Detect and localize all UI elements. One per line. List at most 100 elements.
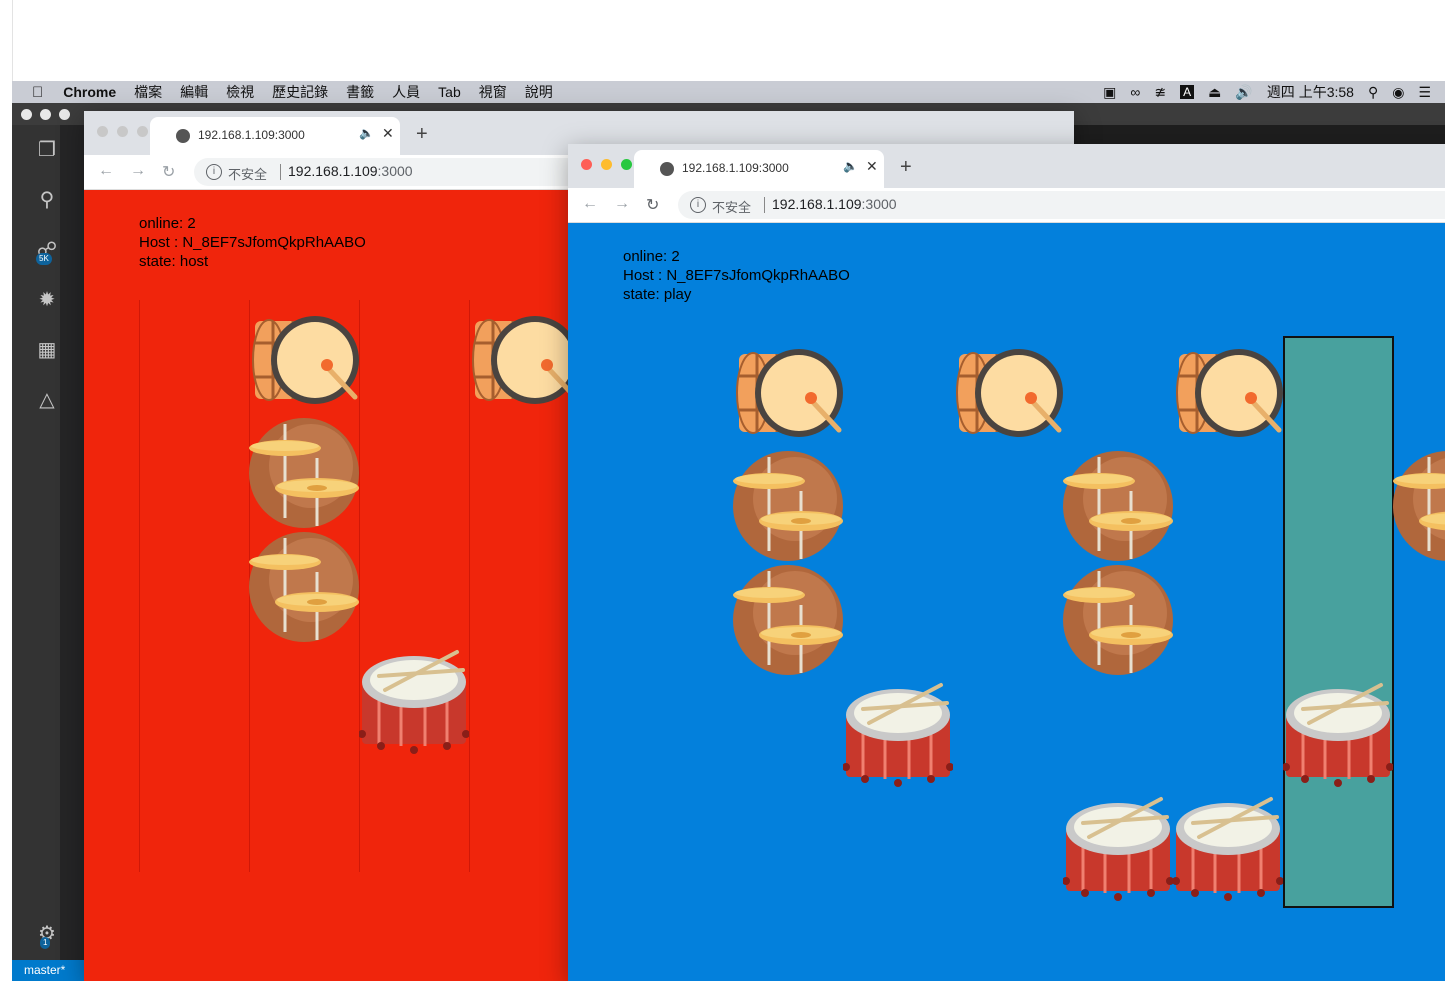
window-close-button[interactable]: [581, 159, 592, 170]
snare-drum-icon[interactable]: [1173, 793, 1283, 903]
volume-icon[interactable]: 🔊: [1235, 84, 1252, 101]
online-count: online: 2: [623, 248, 680, 265]
address-separator: [280, 164, 281, 180]
url-port: :3000: [377, 163, 413, 179]
window-minimize-button[interactable]: [601, 159, 612, 170]
menu-item-history[interactable]: 歷史記錄: [272, 82, 328, 102]
debug-icon[interactable]: ✹: [34, 287, 60, 313]
window-close-button[interactable]: [97, 126, 108, 137]
menu-extras: ▣ ∞ ≇ A ⏏ 🔊 週四 上午3:58 ⚲ ◉ ☰: [1103, 81, 1445, 103]
info-icon[interactable]: i: [690, 197, 706, 213]
cymbal-icon[interactable]: [733, 565, 843, 675]
not-secure-label: 不安全: [712, 200, 752, 215]
mac-menu-bar:  Chrome 檔案 編輯 檢視 歷史記錄 書籤 人員 Tab 視窗 說明 ▣…: [12, 81, 1445, 103]
host-id: Host : N_8EF7sJfomQkpRhAABO: [139, 234, 366, 251]
game-canvas-player[interactable]: online: 2 Host : N_8EF7sJfomQkpRhAABO st…: [568, 223, 1445, 981]
menu-item-people[interactable]: 人員: [392, 82, 420, 102]
menu-item-view[interactable]: 檢視: [226, 82, 254, 102]
vscode-close-button[interactable]: [21, 109, 32, 120]
siri-icon[interactable]: ◉: [1392, 84, 1404, 101]
host-id: Host : N_8EF7sJfomQkpRhAABO: [623, 267, 850, 284]
cymbal-icon[interactable]: [249, 532, 359, 642]
browser-tab[interactable]: 192.168.1.109:3000 🔈 ✕: [150, 117, 400, 155]
menu-item-edit[interactable]: 編輯: [180, 82, 208, 102]
input-source-icon[interactable]: A: [1180, 85, 1195, 99]
wifi-icon[interactable]: ≇: [1154, 84, 1166, 101]
cymbal-icon[interactable]: [249, 418, 359, 528]
menu-item-file[interactable]: 檔案: [134, 82, 162, 102]
browser-window-player: 192.168.1.109:3000 🔈 ✕ + ← → ↻ i 不安全 192…: [568, 144, 1445, 981]
search-icon[interactable]: ⚲: [34, 187, 60, 213]
forward-arrow-icon[interactable]: →: [614, 195, 630, 213]
tab-title: 192.168.1.109:3000: [682, 161, 789, 175]
game-status: online: 2 Host : N_8EF7sJfomQkpRhAABO st…: [623, 247, 850, 304]
eject-icon[interactable]: ⏏: [1208, 84, 1221, 101]
url-host: 192.168.1.109: [288, 163, 378, 179]
audio-playing-icon[interactable]: 🔈: [843, 159, 858, 173]
docker-icon[interactable]: ▣: [1103, 84, 1116, 101]
bass-drum-icon[interactable]: [1173, 348, 1283, 438]
explorer-icon[interactable]: ❐: [34, 137, 60, 163]
desktop-top-area: [0, 0, 1445, 81]
not-secure-label: 不安全: [228, 167, 268, 182]
globe-icon: [660, 162, 674, 176]
bass-drum-icon[interactable]: [249, 315, 359, 405]
cymbal-icon[interactable]: [1063, 451, 1173, 561]
vscode-activity-bar: ❐ ⚲ ☍ 5K ✹ ▦ △ ⚙ 1: [12, 125, 60, 960]
url-host: 192.168.1.109: [772, 196, 862, 212]
back-arrow-icon[interactable]: ←: [98, 162, 114, 180]
cymbal-icon[interactable]: [733, 451, 843, 561]
browser-tab[interactable]: 192.168.1.109:3000 🔈 ✕: [634, 150, 884, 188]
cymbal-icon[interactable]: [1393, 451, 1445, 561]
back-arrow-icon[interactable]: ←: [582, 195, 598, 213]
testing-flask-icon[interactable]: △: [34, 387, 60, 413]
game-state: state: play: [623, 286, 692, 303]
branch-label: master*: [24, 963, 66, 977]
snare-drum-icon[interactable]: [1283, 679, 1393, 789]
new-tab-button[interactable]: +: [900, 156, 912, 179]
menu-item-tab[interactable]: Tab: [438, 84, 461, 100]
menu-item-help[interactable]: 說明: [525, 82, 553, 102]
window-minimize-button[interactable]: [117, 126, 128, 137]
vscode-side-bar: [60, 125, 85, 960]
tab-strip: 192.168.1.109:3000 🔈 ✕ +: [568, 144, 1445, 188]
menu-item-bookmarks[interactable]: 書籤: [346, 82, 374, 102]
bass-drum-icon[interactable]: [733, 348, 843, 438]
menu-item-window[interactable]: 視窗: [479, 82, 507, 102]
vscode-minimize-button[interactable]: [40, 109, 51, 120]
bass-drum-icon[interactable]: [469, 315, 579, 405]
lane-divider: [359, 300, 360, 872]
apple-menu-icon[interactable]: : [32, 84, 43, 101]
tab-close-icon[interactable]: ✕: [382, 125, 394, 142]
new-tab-button[interactable]: +: [416, 123, 428, 146]
vscode-zoom-button[interactable]: [59, 109, 70, 120]
forward-arrow-icon[interactable]: →: [130, 162, 146, 180]
window-zoom-button[interactable]: [621, 159, 632, 170]
extensions-icon[interactable]: ▦: [34, 337, 60, 363]
browser-toolbar: ← → ↻ i 不安全 192.168.1.109:3000: [568, 188, 1445, 223]
menu-clock[interactable]: 週四 上午3:58: [1267, 82, 1354, 102]
infinity-icon[interactable]: ∞: [1130, 84, 1140, 100]
window-zoom-button[interactable]: [137, 126, 148, 137]
spotlight-search-icon[interactable]: ⚲: [1368, 84, 1378, 101]
lane-divider: [139, 300, 140, 872]
address-bar[interactable]: i 不安全 192.168.1.109:3000: [678, 191, 1445, 219]
tab-close-icon[interactable]: ✕: [866, 158, 878, 175]
address-separator: [764, 197, 765, 213]
vscode-branch-status[interactable]: master*: [12, 960, 85, 981]
scm-badge: 5K: [36, 253, 52, 265]
info-icon[interactable]: i: [206, 164, 222, 180]
bass-drum-icon[interactable]: [953, 348, 1063, 438]
online-count: online: 2: [139, 215, 196, 232]
reload-icon[interactable]: ↻: [162, 162, 175, 182]
url-text: 192.168.1.109:3000: [772, 196, 897, 212]
snare-drum-icon[interactable]: [843, 679, 953, 789]
snare-drum-icon[interactable]: [1063, 793, 1173, 903]
notification-center-icon[interactable]: ☰: [1418, 84, 1431, 101]
snare-drum-icon[interactable]: [359, 646, 469, 756]
reload-icon[interactable]: ↻: [646, 195, 659, 215]
cymbal-icon[interactable]: [1063, 565, 1173, 675]
audio-playing-icon[interactable]: 🔈: [359, 126, 374, 140]
url-port: :3000: [861, 196, 897, 212]
menu-app-name[interactable]: Chrome: [63, 84, 116, 100]
